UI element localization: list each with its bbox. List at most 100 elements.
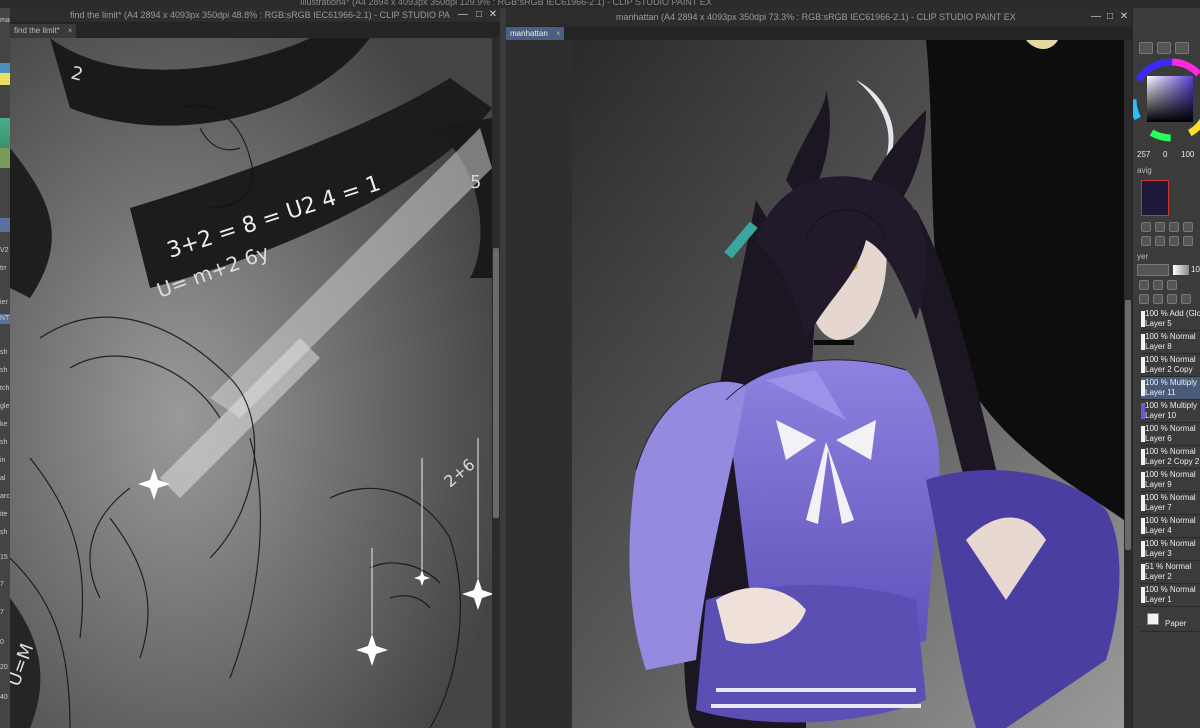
layer-name: Layer 4	[1145, 526, 1172, 535]
brush-size-item[interactable]: 20	[0, 663, 10, 673]
tool-item[interactable]: sh	[0, 366, 10, 376]
layer-name: Layer 5	[1145, 319, 1172, 328]
zoom-in-icon[interactable]	[1155, 222, 1165, 232]
rotate-right-icon[interactable]	[1155, 236, 1165, 246]
left-vertical-scrollbar[interactable]	[492, 38, 500, 728]
tool-item[interactable]: gle	[0, 402, 10, 412]
layer-item[interactable]: 51 % Normal Layer 2	[1141, 561, 1200, 584]
zoom-out-icon[interactable]	[1141, 222, 1151, 232]
tool-item[interactable]: sh	[0, 528, 10, 538]
layer-name: Layer 11	[1145, 388, 1176, 397]
layer-item-selected[interactable]: 100 % Multiply Layer 11	[1141, 377, 1200, 400]
clip-icon[interactable]	[1153, 280, 1163, 290]
layer-name: Layer 9	[1145, 480, 1172, 489]
layer-name: Layer 2 Copy	[1145, 365, 1193, 374]
layer-item[interactable]: 100 % Normal Layer 7	[1141, 492, 1200, 515]
tool-selected-indicator[interactable]	[0, 218, 10, 232]
maximize-button[interactable]: □	[473, 9, 485, 21]
layer-item[interactable]: 100 % Normal Layer 4	[1141, 515, 1200, 538]
tool-item[interactable]: arc	[0, 492, 10, 502]
layer-mode: 100 % Normal	[1145, 516, 1196, 525]
tool-item[interactable]: ke	[0, 420, 10, 430]
tool-item[interactable]: ite	[0, 510, 10, 520]
minimize-button[interactable]: —	[1090, 11, 1102, 23]
layer-mode: 100 % Normal	[1145, 355, 1196, 364]
right-tab-bar: manhattan ×	[506, 26, 1132, 41]
lock-icon[interactable]	[1139, 280, 1149, 290]
opacity-slider[interactable]	[1173, 265, 1189, 275]
layer-mode: 100 % Multiply	[1145, 401, 1198, 410]
brush-size-item[interactable]: 7	[0, 608, 10, 618]
rotate-left-icon[interactable]	[1141, 236, 1151, 246]
new-layer-icon[interactable]	[1139, 294, 1149, 304]
close-button[interactable]: ✕	[1118, 11, 1130, 23]
reset-view-icon[interactable]	[1183, 222, 1193, 232]
color-swatch-blue[interactable]	[0, 63, 10, 73]
color-swatch-yellow[interactable]	[0, 73, 10, 85]
mask-icon[interactable]	[1167, 294, 1177, 304]
tool-item[interactable]: al	[0, 474, 10, 484]
tab-manhattan[interactable]: manhattan ×	[506, 27, 565, 41]
layer-name: Layer 2	[1145, 572, 1172, 581]
tool-item[interactable]: sh	[0, 438, 10, 448]
reset-rotation-icon[interactable]	[1183, 236, 1193, 246]
tool-item[interactable]: ier	[0, 298, 10, 308]
fit-view-icon[interactable]	[1169, 222, 1179, 232]
tool-item[interactable]: trr	[0, 264, 10, 274]
panel-tab-icon[interactable]	[1139, 42, 1153, 54]
left-canvas-artwork[interactable]: 3+2 = 8 = U2 4 = 1 U= m+2 6y 2 5 U=M 2+6	[10, 38, 492, 728]
navigator-controls	[1133, 220, 1200, 250]
tool-item[interactable]: in	[0, 456, 10, 466]
layer-name: Layer 7	[1145, 503, 1172, 512]
flip-icon[interactable]	[1169, 236, 1179, 246]
scroll-thumb[interactable]	[1125, 300, 1131, 550]
paper-layer[interactable]: Paper	[1141, 610, 1200, 632]
layer-item[interactable]: 100 % Normal Layer 2 Copy	[1141, 354, 1200, 377]
color-swatch-olive[interactable]	[0, 148, 10, 168]
right-vertical-scrollbar[interactable]	[1124, 40, 1132, 728]
panel-tab-icon[interactable]	[1175, 42, 1189, 54]
brush-size-item[interactable]: 7	[0, 580, 10, 590]
new-folder-icon[interactable]	[1153, 294, 1163, 304]
layer-item[interactable]: 100 % Normal Layer 1	[1141, 584, 1200, 607]
right-window-titlebar: manhattan (A4 2894 x 4093px 350dpi 73.3%…	[506, 8, 1132, 26]
layer-item[interactable]: 100 % Normal Layer 3	[1141, 538, 1200, 561]
brush-size-item[interactable]: 15	[0, 553, 10, 563]
layer-mode: 100 % Normal	[1145, 470, 1196, 479]
layer-item[interactable]: 100 % Normal Layer 9	[1141, 469, 1200, 492]
tab-find-the-limit[interactable]: find the limit* ×	[10, 24, 77, 38]
layer-item[interactable]: 100 % Add (Glow)Layer 5	[1141, 308, 1200, 331]
layer-item[interactable]: 100 % Normal Layer 2 Copy 2	[1141, 446, 1200, 469]
left-canvas-window: find the limit* (A4 2894 x 4093px 350dpi…	[10, 8, 500, 728]
tool-item[interactable]: sh	[0, 348, 10, 358]
layer-mode: 100 % Multiply	[1145, 378, 1198, 387]
blend-mode-select[interactable]	[1137, 264, 1169, 276]
brush-size-item[interactable]: 0	[0, 638, 10, 648]
opacity-value: 10	[1191, 265, 1200, 274]
minimize-button[interactable]: —	[457, 9, 469, 21]
tool-item[interactable]: V2	[0, 246, 10, 256]
reference-icon[interactable]	[1167, 280, 1177, 290]
scroll-thumb[interactable]	[493, 248, 499, 518]
layer-item[interactable]: 100 % Multiply Layer 10	[1141, 400, 1200, 423]
layer-name: Layer 1	[1145, 595, 1172, 604]
layer-item[interactable]: 100 % Normal Layer 6	[1141, 423, 1200, 446]
tab-close-icon[interactable]: ×	[556, 29, 561, 38]
close-button[interactable]: ✕	[487, 9, 499, 21]
navigator-thumbnail[interactable]	[1141, 180, 1169, 216]
delete-layer-icon[interactable]	[1181, 294, 1191, 304]
color-swatch-green[interactable]	[0, 118, 10, 148]
right-canvas-artwork[interactable]	[506, 40, 1124, 728]
maximize-button[interactable]: □	[1104, 11, 1116, 23]
layer-item[interactable]: 100 % Normal Layer 8	[1141, 331, 1200, 354]
panel-tab-icon[interactable]	[1157, 42, 1171, 54]
tab-close-icon[interactable]: ×	[68, 26, 73, 35]
layer-name: Layer 8	[1145, 342, 1172, 351]
left-window-titlebar: find the limit* (A4 2894 x 4093px 350dpi…	[10, 8, 500, 23]
tool-item[interactable]: NT	[0, 314, 10, 324]
brush-size-item[interactable]: 40	[0, 693, 10, 703]
right-window-title: manhattan (A4 2894 x 4093px 350dpi 73.3%…	[616, 12, 1016, 22]
color-wheel[interactable]	[1129, 56, 1200, 152]
tool-item[interactable]: ma	[0, 16, 10, 26]
tool-item[interactable]: tch	[0, 384, 10, 394]
